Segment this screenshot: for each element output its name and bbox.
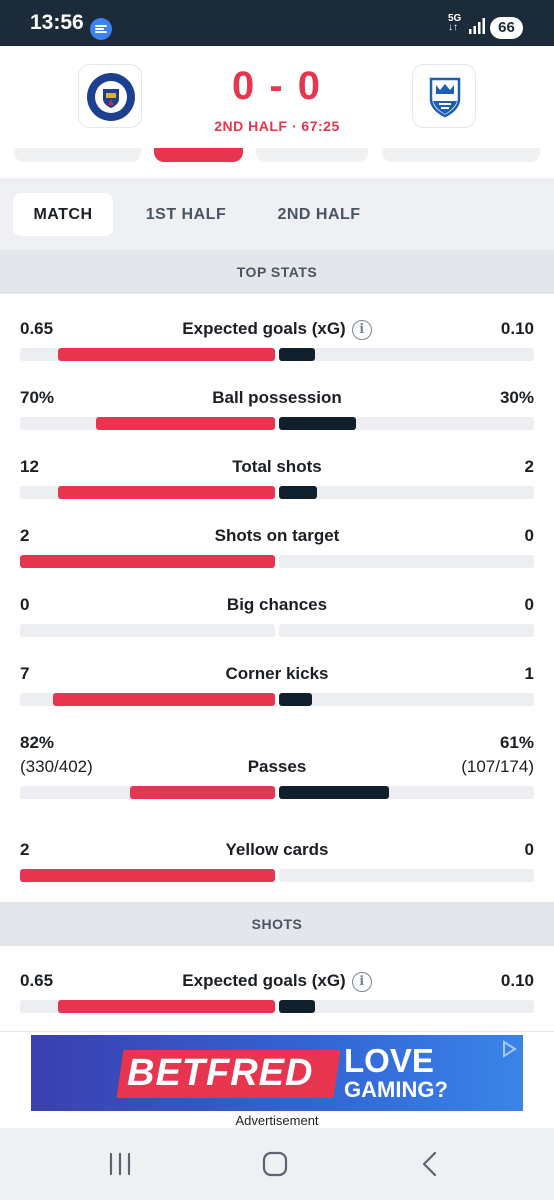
home-bar-fill bbox=[20, 555, 275, 568]
away-bar-track bbox=[279, 555, 534, 568]
stat-label-text: Big chances bbox=[226, 595, 328, 614]
stat-row: 70% 30% Ball possession bbox=[0, 363, 554, 432]
tab-1st-half[interactable]: 1ST HALF bbox=[132, 193, 240, 236]
stat-label-text: Ball possession bbox=[212, 388, 342, 407]
away-bar-track bbox=[279, 869, 534, 882]
stat-label: Shots on target bbox=[0, 526, 554, 546]
away-team-crest[interactable] bbox=[412, 64, 476, 128]
stat-row: 2 0 Shots on target bbox=[0, 501, 554, 570]
stat-label: Total shots bbox=[0, 457, 554, 477]
away-bar-track bbox=[279, 1000, 534, 1013]
ad-headline: LOVE bbox=[344, 1042, 434, 1079]
away-bar-track bbox=[279, 417, 534, 430]
sub-tab[interactable] bbox=[14, 148, 141, 162]
top-stats-list: 0.65 0.10 Expected goals (xG) i 70% 30% Ball p… bbox=[0, 294, 554, 902]
stat-home-value: 82% bbox=[20, 733, 55, 752]
network-type: 5G ↓↑ bbox=[448, 13, 462, 33]
stat-label: Big chances bbox=[0, 595, 554, 615]
home-bar-fill bbox=[58, 1000, 275, 1013]
stat-row: 12 2 Total shots bbox=[0, 432, 554, 501]
sub-tab[interactable] bbox=[382, 148, 540, 162]
stat-label: Passes bbox=[0, 757, 554, 777]
away-bar-fill bbox=[279, 786, 389, 799]
battery-icon: 66 bbox=[490, 17, 523, 39]
stat-row: 0.65 0.10 Expected goals (xG) i bbox=[0, 946, 554, 1031]
home-bar-track bbox=[20, 486, 275, 499]
away-bar-fill bbox=[279, 486, 317, 499]
ad-subheadline: GAMING? bbox=[344, 1077, 448, 1102]
recent-apps-icon[interactable] bbox=[100, 1148, 140, 1180]
advertisement-area: BETFRED LOVE GAMING? Advertisement bbox=[0, 1031, 554, 1128]
stat-label-text: Passes bbox=[247, 757, 307, 776]
home-score: 0 bbox=[231, 64, 257, 108]
ad-brand: BETFRED bbox=[127, 1052, 314, 1094]
stat-label-text: Total shots bbox=[232, 457, 322, 476]
stat-label: Expected goals (xG) i bbox=[0, 971, 554, 992]
stat-away-value: 61% bbox=[499, 733, 534, 752]
away-bar-fill bbox=[279, 693, 312, 706]
home-bar-track bbox=[20, 417, 275, 430]
away-bar-track bbox=[279, 624, 534, 637]
stat-label-text: Yellow cards bbox=[225, 840, 329, 859]
home-bar-fill bbox=[20, 869, 275, 882]
stat-row: 0 0 Big chances bbox=[0, 570, 554, 639]
match-header: 0 - 0 2ND HALF · 67:25 bbox=[0, 46, 554, 142]
stat-row: 0.65 0.10 Expected goals (xG) i bbox=[0, 294, 554, 363]
stat-label-text: Expected goals (xG) bbox=[182, 319, 346, 338]
home-bar-fill bbox=[96, 417, 275, 430]
stat-label-text: Shots on target bbox=[214, 526, 340, 545]
info-icon[interactable]: i bbox=[351, 972, 372, 992]
stat-row: 7 1 Corner kicks bbox=[0, 639, 554, 708]
stat-label-text: Corner kicks bbox=[225, 664, 329, 683]
info-icon[interactable]: i bbox=[351, 320, 372, 340]
stat-label: Yellow cards bbox=[0, 840, 554, 860]
stat-label-text: Expected goals (xG) bbox=[182, 971, 346, 990]
app-notification-icon bbox=[90, 18, 112, 40]
shots-stats-list: 0.65 0.10 Expected goals (xG) i bbox=[0, 946, 554, 1031]
back-icon[interactable] bbox=[410, 1148, 450, 1180]
home-bar-track bbox=[20, 348, 275, 361]
section-header-top-stats: TOP STATS bbox=[0, 250, 554, 294]
ad-choices-icon[interactable] bbox=[499, 1039, 519, 1059]
away-bar-fill bbox=[279, 417, 356, 430]
stat-row: 82% 61% (330/402) (107/174) Passes bbox=[0, 708, 554, 815]
home-bar-track bbox=[20, 1000, 275, 1013]
tab-match[interactable]: MATCH bbox=[13, 193, 113, 236]
home-bar-track bbox=[20, 624, 275, 637]
home-bar-track bbox=[20, 693, 275, 706]
away-bar-fill bbox=[279, 1000, 315, 1013]
status-bar: 13:56 5G ↓↑ 66 bbox=[0, 0, 554, 46]
away-bar-track bbox=[279, 693, 534, 706]
match-sub-tabs bbox=[0, 142, 554, 182]
away-bar-track bbox=[279, 348, 534, 361]
home-bar-track bbox=[20, 869, 275, 882]
stat-label: Corner kicks bbox=[0, 664, 554, 684]
home-icon[interactable] bbox=[255, 1148, 295, 1180]
advertisement-banner[interactable]: BETFRED LOVE GAMING? bbox=[31, 1035, 523, 1111]
home-bar-fill bbox=[58, 348, 275, 361]
home-bar-fill bbox=[130, 786, 275, 799]
home-bar-fill bbox=[53, 693, 275, 706]
home-bar-fill bbox=[58, 486, 275, 499]
away-bar-track bbox=[279, 486, 534, 499]
stat-label: Expected goals (xG) i bbox=[0, 319, 554, 340]
tab-2nd-half[interactable]: 2ND HALF bbox=[260, 193, 378, 236]
sub-tab-active[interactable] bbox=[154, 148, 243, 162]
away-score: 0 bbox=[297, 64, 323, 108]
status-time: 13:56 bbox=[30, 11, 84, 34]
stat-row: 2 0 Yellow cards bbox=[0, 815, 554, 884]
stat-label: Ball possession bbox=[0, 388, 554, 408]
period-tabs: MATCH 1ST HALF 2ND HALF bbox=[0, 182, 554, 250]
system-nav-bar bbox=[0, 1128, 554, 1200]
huddersfield-town-crest-icon bbox=[429, 77, 461, 118]
ad-caption: Advertisement bbox=[235, 1113, 319, 1128]
sub-tab[interactable] bbox=[256, 148, 368, 162]
signal-icon bbox=[468, 17, 486, 40]
score-separator: - bbox=[269, 64, 285, 108]
section-header-shots: SHOTS bbox=[0, 902, 554, 946]
away-bar-track bbox=[279, 786, 534, 799]
home-bar-track bbox=[20, 555, 275, 568]
home-bar-track bbox=[20, 786, 275, 799]
away-bar-fill bbox=[279, 348, 315, 361]
